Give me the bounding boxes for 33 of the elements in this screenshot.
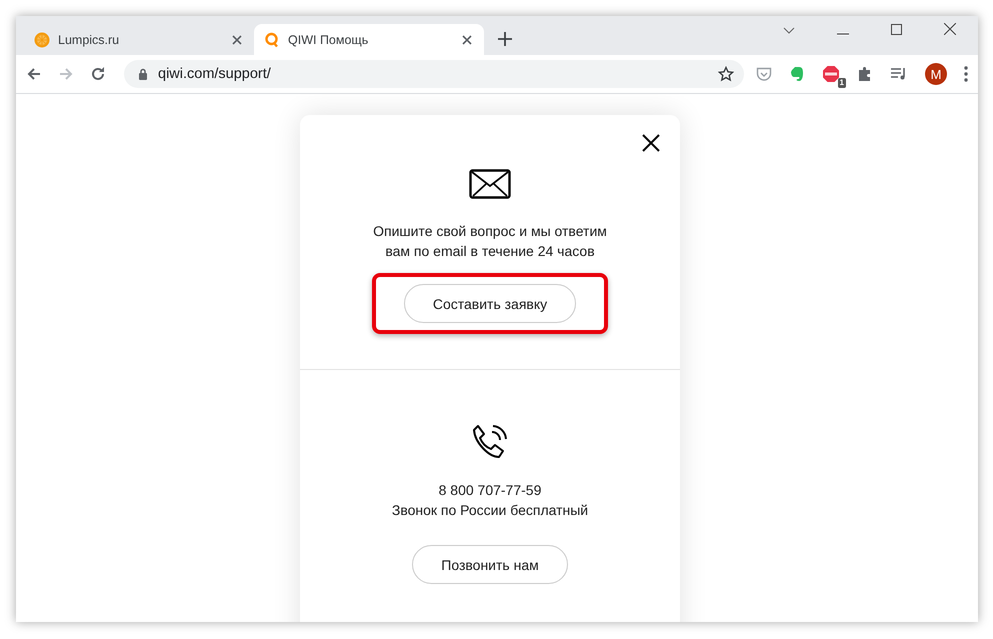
- url-text: qiwi.com/support/: [158, 66, 272, 82]
- request-button[interactable]: Составить заявку: [404, 284, 576, 323]
- envelope-icon: [469, 169, 511, 199]
- minimize-icon[interactable]: [837, 33, 849, 35]
- playlist-icon[interactable]: [890, 67, 908, 81]
- menu-icon[interactable]: [964, 66, 968, 82]
- close-icon[interactable]: [642, 134, 660, 152]
- close-window-icon[interactable]: [944, 23, 956, 35]
- tab-search-icon[interactable]: [783, 27, 795, 35]
- count-badge: 1: [838, 78, 846, 88]
- description-text: Опишите свой вопрос и мы ответим вам по email в течение 24 часов: [373, 222, 607, 261]
- browser-tab[interactable]: QIWI Помощь: [254, 24, 484, 55]
- lock-icon: [138, 68, 148, 80]
- new-tab-icon[interactable]: [498, 32, 512, 46]
- pocket-icon[interactable]: [756, 66, 772, 82]
- stop-sign-icon[interactable]: [822, 65, 840, 83]
- maximize-icon[interactable]: [891, 24, 902, 35]
- description-text: Звонок по России бесплатный: [392, 501, 588, 520]
- q-logo-icon: [264, 32, 280, 48]
- call-button[interactable]: Позвонить нам: [412, 545, 568, 584]
- tab-title: QIWI Помощь: [288, 32, 370, 46]
- address-bar[interactable]: qiwi.com/support/: [124, 60, 744, 88]
- browser-tab[interactable]: Lumpics.ru: [24, 24, 254, 55]
- bookmark-star-icon[interactable]: [718, 66, 734, 82]
- profile-avatar[interactable]: M: [925, 63, 947, 85]
- close-tab-icon[interactable]: [232, 34, 242, 44]
- phone-number: 8 800 707-77-59: [438, 481, 542, 500]
- tab-title: Lumpics.ru: [58, 32, 120, 46]
- puzzle-icon[interactable]: [857, 66, 873, 82]
- back-icon[interactable]: [26, 66, 42, 82]
- close-tab-icon[interactable]: [462, 34, 472, 44]
- reload-icon[interactable]: [90, 66, 106, 82]
- citrus-slice-icon: [34, 32, 50, 48]
